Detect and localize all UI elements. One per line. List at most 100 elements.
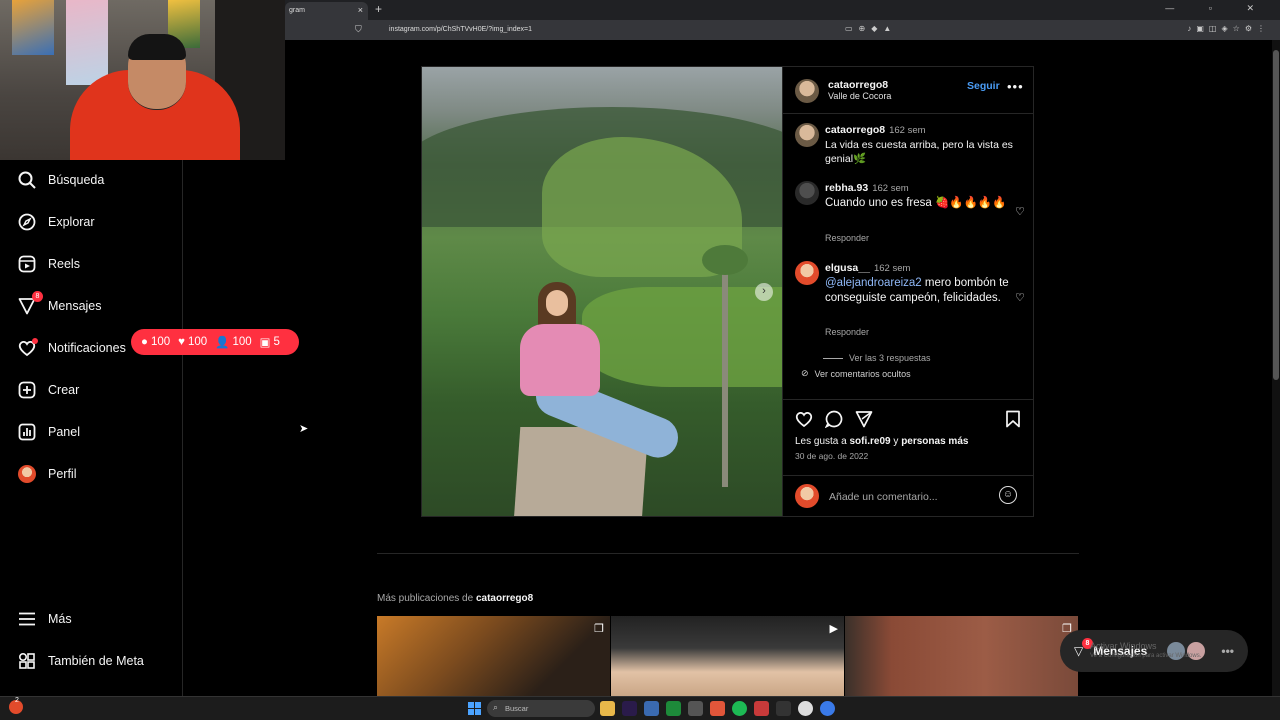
page-scrollbar[interactable] [1272, 40, 1280, 696]
more-posts-title: Más publicaciones de cataorrego8 [377, 593, 534, 604]
sidebar: Búsqueda Explorar Reels 8 Mensajes Notif… [0, 160, 183, 696]
more-post-thumbnail[interactable]: ❐ [845, 616, 1078, 696]
messenger-icon: 8 [18, 291, 43, 315]
like-comment-icon[interactable]: ♡ [1015, 205, 1025, 218]
likes-others-link[interactable]: personas más [901, 436, 968, 447]
comment-icon[interactable] [824, 410, 843, 432]
caption-text: La vida es cuesta arriba, pero la vista … [825, 139, 1013, 165]
notification-summary-pill[interactable]: ● 100 ♥ 100 👤 100 ▣ 5 [131, 329, 299, 355]
brave-icon[interactable] [710, 701, 725, 716]
share-icon[interactable] [855, 410, 873, 432]
author-avatar[interactable] [795, 123, 819, 147]
tab-title: gram [289, 7, 305, 14]
post-photo[interactable]: › [422, 67, 782, 516]
premiere-icon[interactable] [622, 701, 637, 716]
sidebar-item-panel[interactable]: Panel [18, 420, 80, 444]
comment-username[interactable]: rebha.93 [825, 182, 868, 194]
tag-user-icon: ▣ [259, 337, 271, 349]
like-icon[interactable] [795, 410, 813, 432]
browser-tab[interactable]: gram × [285, 2, 368, 20]
browser-address-bar: ⛉ instagram.com/p/ChShTVvH0E/?img_index=… [285, 20, 1280, 40]
wall-poster [66, 0, 108, 85]
taskbar-badge: 2 [15, 697, 19, 704]
sidebar-item-meta[interactable]: También de Meta [18, 649, 144, 673]
heart-icon [18, 338, 38, 357]
author-avatar[interactable] [795, 79, 819, 103]
author-username[interactable]: cataorrego8 [828, 79, 891, 91]
post-sidebar: cataorrego8 Valle de Cocora Seguir ••• c… [782, 67, 1034, 516]
meta-apps-icon [18, 652, 36, 670]
search-icon: ⌕ [493, 702, 499, 712]
avatar [18, 465, 36, 483]
more-post-thumbnail[interactable]: ❐ [377, 616, 610, 696]
commenter-avatar[interactable] [795, 261, 819, 285]
commenter-avatar[interactable] [795, 181, 819, 205]
reply-button[interactable]: Responder [825, 233, 869, 243]
hamburger-menu-icon [18, 610, 36, 628]
like-comment-icon[interactable]: ♡ [1015, 291, 1025, 304]
taskbar-apps [600, 701, 835, 716]
reply-button[interactable]: Responder [825, 327, 869, 337]
sidebar-item-perfil[interactable]: Perfil [18, 462, 76, 486]
windows-start-icon[interactable] [468, 702, 481, 715]
bookmark-icon[interactable] [1005, 410, 1021, 432]
more-posts-username[interactable]: cataorrego8 [476, 593, 533, 604]
window-controls[interactable]: — ▫ ✕ [1165, 3, 1270, 14]
more-post-thumbnail[interactable]: ▶ [611, 616, 844, 696]
windows-activation-watermark: Activar Windows Ve a Configuración para … [1090, 641, 1202, 659]
app-icon[interactable] [644, 701, 659, 716]
sidebar-item-reels[interactable]: Reels [18, 252, 80, 276]
follow-button[interactable]: Seguir [967, 80, 1000, 92]
comment-username[interactable]: elgusa__ [825, 262, 870, 274]
sidebar-item-crear[interactable]: Crear [18, 378, 79, 402]
tab-close-icon[interactable]: × [358, 5, 363, 15]
post-header: cataorrego8 Valle de Cocora Seguir ••• [783, 67, 1034, 114]
page-tools-icon[interactable]: ▭⊕◆▲ [845, 24, 897, 33]
sidebar-item-label: Crear [48, 383, 80, 397]
comment-input[interactable]: Añade un comentario... [829, 491, 938, 503]
tags-count: ▣ 5 [259, 336, 280, 349]
app-icon[interactable] [754, 701, 769, 716]
file-explorer-icon[interactable] [600, 701, 615, 716]
messages-more-icon[interactable]: ••• [1221, 644, 1234, 658]
carousel-icon: ❐ [594, 623, 604, 635]
comments-count: ● 100 [141, 336, 171, 348]
emoji-icon[interactable]: ☺ [999, 486, 1017, 504]
follows-count: 👤 100 [215, 336, 252, 349]
extensions-icon[interactable]: ♪▣◫◈☆⚙⋮ [1187, 24, 1270, 33]
sidebar-item-mas[interactable]: Más [18, 607, 72, 631]
view-replies-button[interactable]: Ver las 3 respuestas [823, 353, 931, 363]
webcam-overlay [0, 0, 285, 160]
sidebar-item-explorar[interactable]: Explorar [18, 210, 95, 234]
url-field[interactable]: instagram.com/p/ChShTVvH0E/?img_index=1 [389, 26, 532, 33]
steam-icon[interactable] [776, 701, 791, 716]
mouse-cursor: ➤ [299, 423, 309, 435]
spotify-icon[interactable] [732, 701, 747, 716]
taskbar-search-input[interactable]: ⌕ Buscar [487, 700, 595, 717]
next-image-button[interactable]: › [755, 283, 773, 301]
bookmark-icon[interactable]: ⛉ [355, 24, 362, 35]
sidebar-item-notificaciones[interactable]: Notificaciones [18, 336, 126, 360]
streamer-hair [128, 34, 186, 60]
post-options-icon[interactable]: ••• [1007, 79, 1024, 94]
browser-tab-bar: gram × + — ▫ ✕ [285, 0, 1280, 20]
app-icon[interactable] [798, 701, 813, 716]
photo-person [520, 282, 600, 412]
caption-time: 162 sem [889, 125, 926, 136]
sidebar-item-busqueda[interactable]: Búsqueda [18, 168, 104, 192]
app-icon[interactable] [820, 701, 835, 716]
chart-icon [18, 423, 36, 441]
hidden-comments-button[interactable]: ⊘ Ver comentarios ocultos [801, 368, 911, 379]
post-location[interactable]: Valle de Cocora [828, 91, 891, 101]
comment-text: Cuando uno es fresa 🍓🔥🔥🔥🔥 [825, 197, 1007, 209]
new-tab-button[interactable]: + [375, 2, 382, 16]
liked-by-user[interactable]: sofi.re09 [849, 436, 890, 447]
excel-icon[interactable] [666, 701, 681, 716]
post-modal: › cataorrego8 Valle de Cocora Seguir •••… [421, 66, 1034, 517]
app-icon[interactable] [688, 701, 703, 716]
sidebar-item-label: Mensajes [48, 299, 102, 313]
sidebar-item-mensajes[interactable]: 8 Mensajes [18, 291, 102, 318]
windows-taskbar: 2 ⌕ Buscar [0, 696, 1280, 720]
caption-username[interactable]: cataorrego8 [825, 124, 885, 136]
comment-mention[interactable]: @alejandroareiza2 [825, 277, 922, 289]
